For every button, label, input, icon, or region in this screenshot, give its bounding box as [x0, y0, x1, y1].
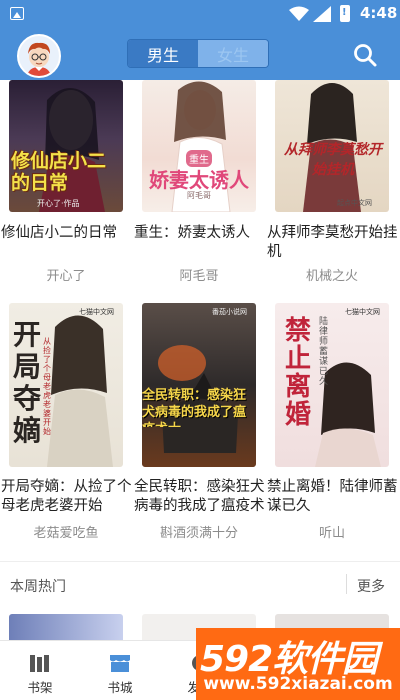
book-cover[interactable]: 七猫中文网 开局夺嫡 从捡了个母老虎老婆开始 [9, 303, 123, 467]
app-header: 男生 女生 [0, 28, 400, 80]
user-avatar[interactable] [17, 34, 61, 78]
book-card[interactable]: 修仙店小二的日常 开心了·作品 修仙店小二的日常 开心了 [0, 80, 128, 290]
book-cover[interactable]: 番茄小说网 全民转职：感染狂犬病毒的我成了瘟疫术士 [142, 303, 256, 467]
nav-label: 书城 [107, 680, 133, 695]
cover-title: 禁止离婚 [285, 316, 312, 430]
book-title[interactable]: 禁止离婚！陆律师蓄谋已久 [267, 478, 400, 516]
nav-label: 书架 [27, 680, 53, 695]
book-cover[interactable]: 从拜师李莫愁开始挂机 起点中文网 [275, 80, 389, 212]
book-title[interactable]: 开局夺嫡：从捡了个母老虎老婆开始 [1, 478, 135, 516]
signal-icon [313, 6, 331, 22]
book-author: 开心了 [46, 269, 86, 284]
image-icon [10, 7, 24, 20]
book-cover-peek[interactable] [9, 614, 123, 640]
book-card[interactable]: 七猫中文网 开局夺嫡 从捡了个母老虎老婆开始 开局夺嫡：从捡了个母老虎老婆开始 … [0, 303, 132, 543]
cover-subtitle: 开心了·作品 [37, 199, 80, 208]
book-title[interactable]: 重生：娇妻太诱人 [134, 224, 262, 243]
cover-subtitle: 从捡了个母老虎老婆开始 [43, 337, 51, 436]
book-author: 斟酒须满十分 [159, 526, 238, 541]
book-cover[interactable]: 重生 娇妻太诱人 阿毛哥 [142, 80, 256, 212]
cover-brand: 七猫中文网 [345, 308, 380, 316]
book-cover[interactable]: 七猫中文网 禁止离婚 陆律师蓄谋已久 [275, 303, 389, 467]
cover-subtitle: 陆律师蓄谋已久 [319, 317, 329, 387]
book-author: 机械之火 [305, 269, 358, 284]
cover-brand: 七猫中文网 [79, 308, 114, 316]
book-author: 阿毛哥 [179, 269, 219, 284]
clock: 4:48 [360, 4, 398, 22]
book-card[interactable]: 七猫中文网 禁止离婚 陆律师蓄谋已久 禁止离婚！陆律师蓄谋已久 听山 [266, 303, 398, 543]
watermark-url: www.592xiazai.com [203, 674, 393, 694]
cover-title: 从拜师李莫愁开始挂机 [284, 142, 382, 178]
wifi-icon [289, 6, 309, 21]
book-card[interactable]: 从拜师李莫愁开始挂机 起点中文网 从拜师李莫愁开始挂机 机械之火 [266, 80, 398, 290]
book-card[interactable]: 番茄小说网 全民转职：感染狂犬病毒的我成了瘟疫术士 全民转职：感染狂犬病毒的我成… [133, 303, 265, 543]
book-author: 老菇爱吃鱼 [33, 526, 99, 541]
gender-toggle: 男生 女生 [127, 39, 269, 68]
nav-bookstore[interactable]: 书城 [80, 641, 160, 700]
cover-illustration [158, 345, 238, 453]
book-title[interactable]: 修仙店小二的日常 [1, 224, 135, 243]
cartoon-boy-avatar-icon [27, 42, 51, 76]
cover-subtitle: 起点中文网 [337, 199, 372, 207]
search-icon[interactable] [352, 42, 378, 68]
divider [346, 574, 347, 594]
tab-male[interactable]: 男生 [128, 40, 198, 67]
book-cover[interactable]: 修仙店小二的日常 开心了·作品 [9, 80, 123, 212]
section-title: 本周热门 [10, 579, 66, 595]
cover-title: 修仙店小二的日常 [11, 150, 107, 194]
watermark-logo: 592软件园 www.592xiazai.com [196, 628, 400, 700]
battery-icon: ! [340, 5, 350, 22]
more-link[interactable]: 更多 [357, 576, 385, 596]
cover-title: 娇妻太诱人 [149, 168, 249, 192]
bookstore-icon [110, 655, 130, 672]
book-title[interactable]: 从拜师李莫愁开始挂机 [267, 224, 400, 262]
cover-brand: 番茄小说网 [212, 308, 247, 316]
bookshelf-icon [30, 655, 49, 672]
book-title[interactable]: 全民转职：感染狂犬病毒的我成了瘟疫术士 [134, 478, 268, 516]
cover-title: 开局夺嫡 [13, 318, 42, 447]
battery-alert: ! [342, 7, 347, 18]
book-card[interactable]: 重生 娇妻太诱人 阿毛哥 重生：娇妻太诱人 阿毛哥 [133, 80, 261, 290]
status-bar: ! 4:48 [0, 0, 400, 28]
cover-title: 全民转职：感染狂犬病毒的我成了瘟疫术士 [142, 388, 247, 427]
nav-bookshelf[interactable]: 书架 [0, 641, 80, 700]
tab-female[interactable]: 女生 [198, 40, 268, 67]
book-author: 听山 [318, 526, 345, 541]
cover-subtitle: 阿毛哥 [187, 191, 211, 200]
section-divider [0, 561, 400, 562]
